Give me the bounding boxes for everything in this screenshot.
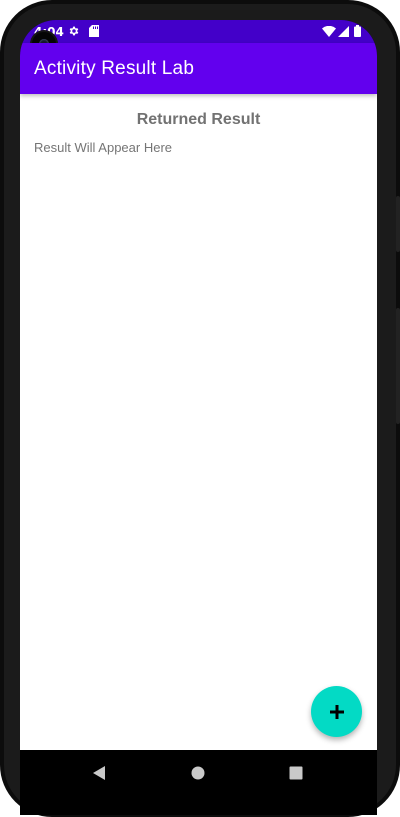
recents-button[interactable] [285, 762, 307, 784]
volume-button [396, 308, 400, 424]
wifi-icon [322, 24, 336, 38]
add-fab-button[interactable] [311, 686, 362, 737]
power-button [396, 196, 400, 252]
recents-square-icon [289, 766, 303, 780]
result-text: Result Will Appear Here [34, 140, 172, 155]
navigation-bar [20, 750, 377, 795]
returned-result-heading: Returned Result [136, 111, 261, 128]
status-bar: 4:04 [20, 20, 377, 43]
phone-frame: 4:04 Activity Result Lab Returned Result… [0, 0, 400, 817]
main-content: Returned Result Result Will Appear Here [20, 94, 377, 750]
cell-signal-icon [338, 24, 349, 38]
app-title: Activity Result Lab [34, 58, 195, 79]
back-button[interactable] [88, 762, 110, 784]
home-button[interactable] [187, 762, 209, 784]
home-circle-icon [191, 766, 205, 780]
back-triangle-icon [93, 766, 105, 780]
plus-icon [329, 704, 344, 719]
sd-card-icon [89, 24, 99, 38]
battery-icon [354, 24, 361, 38]
settings-gear-icon [68, 24, 80, 38]
app-bar: Activity Result Lab [20, 43, 377, 94]
screen: 4:04 Activity Result Lab Returned Result… [20, 20, 377, 815]
